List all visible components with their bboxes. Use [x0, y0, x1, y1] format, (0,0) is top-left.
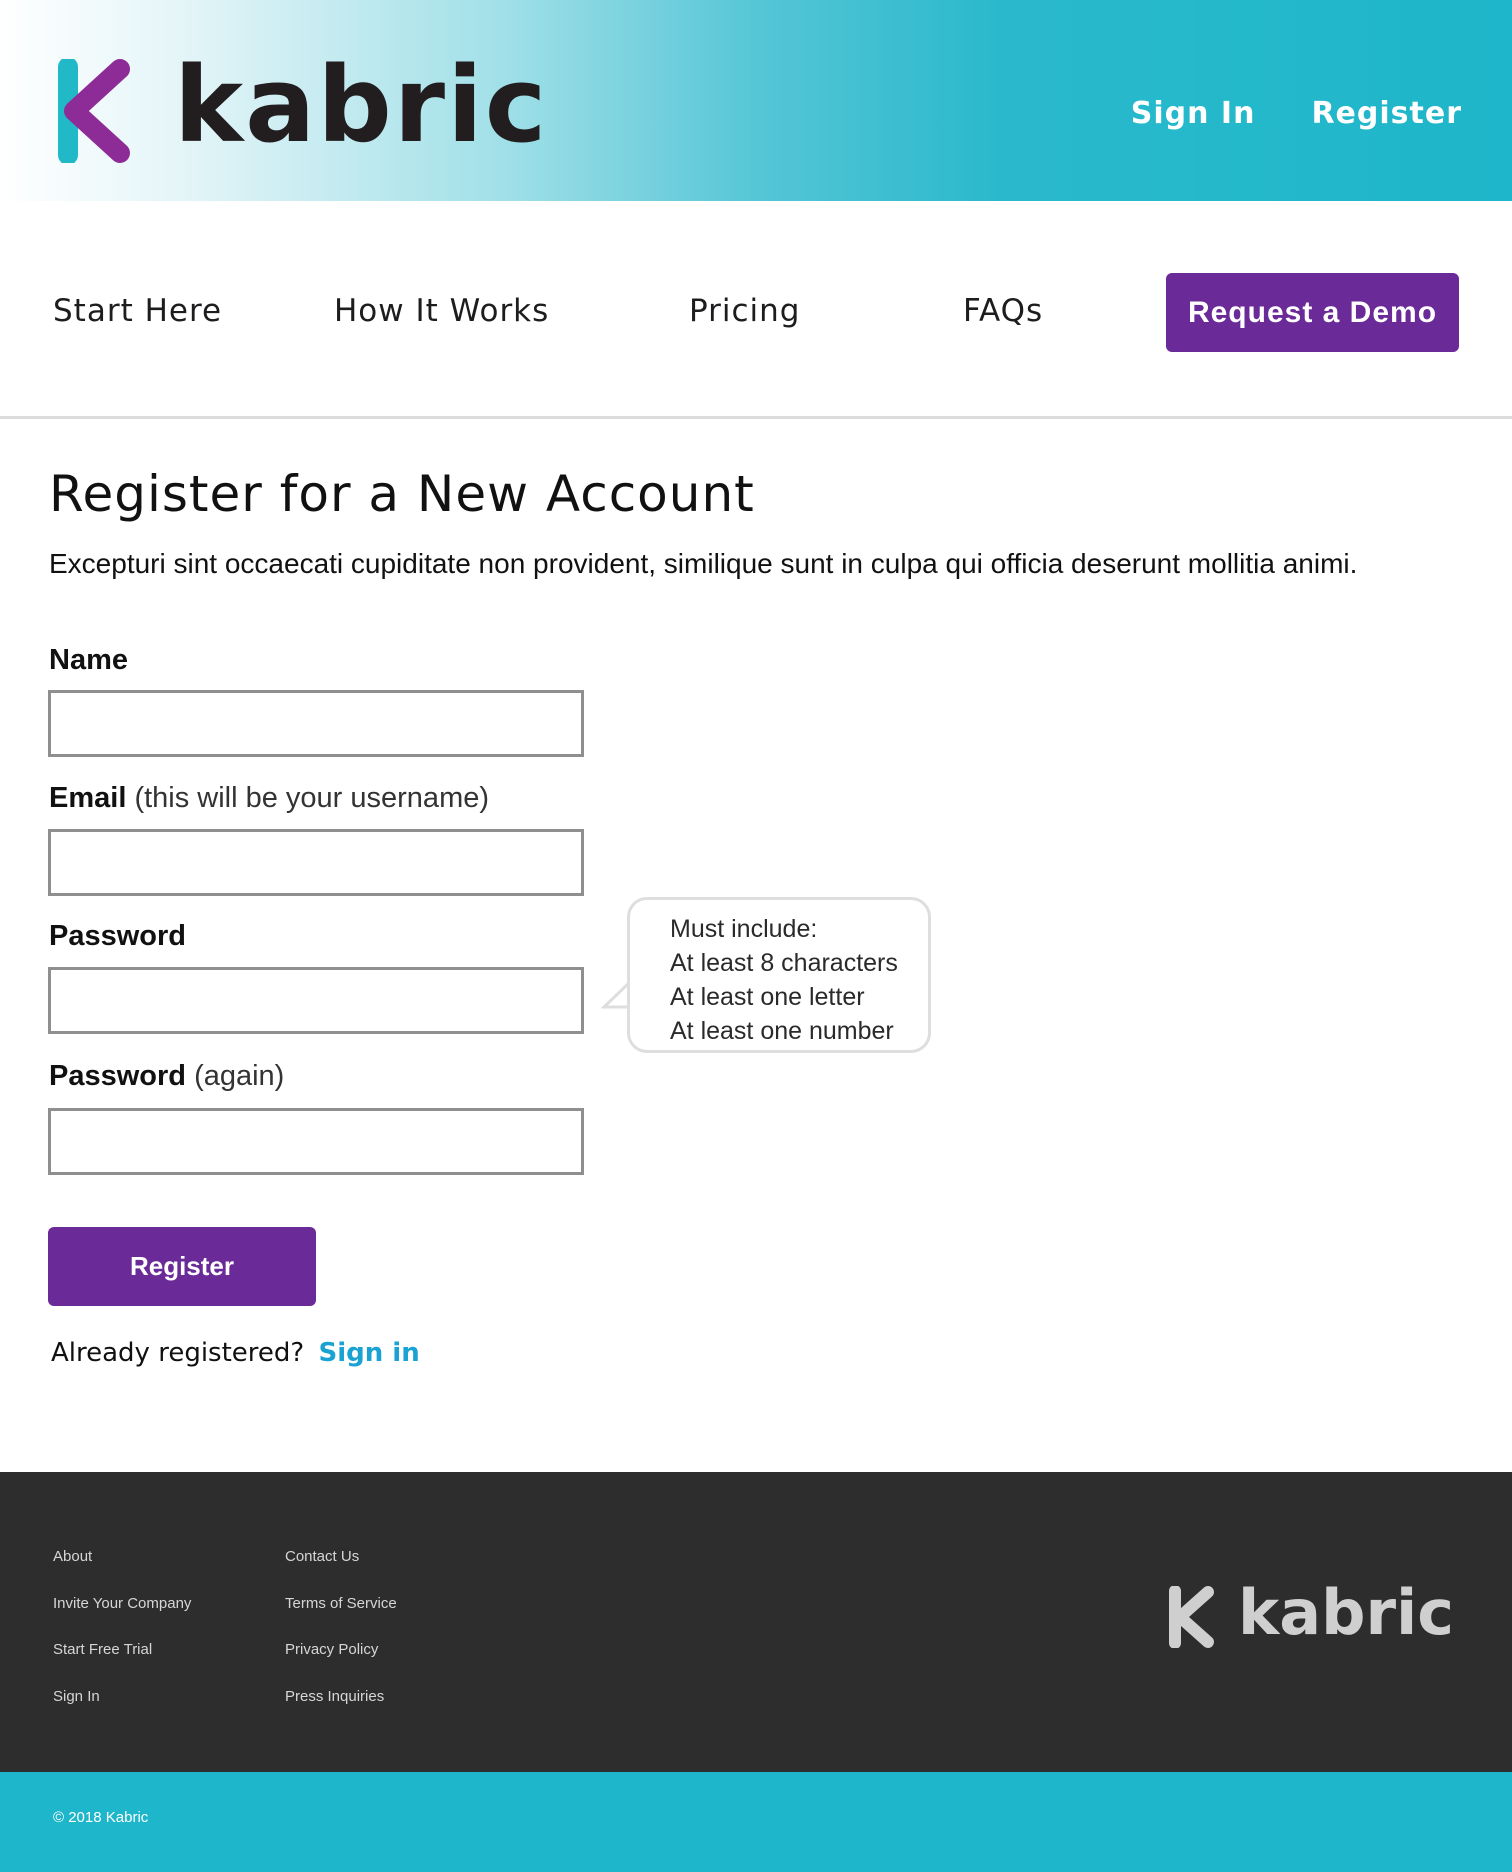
kabric-k-icon: [1169, 1586, 1214, 1648]
tip-line: At least one number: [670, 1017, 894, 1045]
nav-start-here[interactable]: Start Here: [53, 293, 222, 329]
main-nav: Start Here How It Works Pricing FAQs Req…: [0, 201, 1512, 419]
email-field[interactable]: [48, 829, 584, 896]
header-account-links: Sign In Register: [1131, 96, 1462, 131]
kabric-logo[interactable]: kabric: [52, 44, 549, 166]
tip-line: At least 8 characters: [670, 949, 898, 977]
password-again-label: Password (again): [49, 1060, 284, 1093]
footer-terms-link[interactable]: Terms of Service: [285, 1595, 397, 1612]
footer-contact-link[interactable]: Contact Us: [285, 1548, 359, 1565]
tip-heading: Must include:: [670, 915, 818, 943]
name-label: Name: [49, 644, 128, 677]
site-header: kabric Sign In Register: [0, 0, 1512, 201]
footer-free-trial-link[interactable]: Start Free Trial: [53, 1641, 152, 1658]
copyright-text: © 2018 Kabric: [53, 1809, 149, 1826]
nav-faqs[interactable]: FAQs: [963, 293, 1043, 329]
register-submit-button[interactable]: Register: [48, 1227, 316, 1306]
password-again-label-text: Password: [49, 1060, 186, 1092]
intro-text: Excepturi sint occaecati cupiditate non …: [49, 548, 1358, 579]
footer-privacy-link[interactable]: Privacy Policy: [285, 1641, 378, 1658]
already-registered-line: Already registered? Sign in: [51, 1338, 420, 1368]
header-register-link[interactable]: Register: [1311, 96, 1462, 131]
footer-press-link[interactable]: Press Inquiries: [285, 1688, 384, 1705]
site-footer: About Invite Your Company Start Free Tri…: [0, 1472, 1512, 1772]
copyright-bar: © 2018 Kabric: [0, 1772, 1512, 1872]
footer-logo[interactable]: kabric: [1166, 1582, 1454, 1648]
password-requirements-tooltip: Must include: At least 8 characters At l…: [627, 897, 931, 1053]
footer-logo-wordmark: kabric: [1238, 1576, 1455, 1649]
password-field[interactable]: [48, 967, 584, 1034]
header-sign-in-link[interactable]: Sign In: [1131, 96, 1256, 131]
sign-in-link[interactable]: Sign in: [318, 1338, 419, 1368]
password-again-field[interactable]: [48, 1108, 584, 1175]
request-demo-button[interactable]: Request a Demo: [1166, 273, 1459, 352]
nav-how-it-works[interactable]: How It Works: [334, 293, 549, 329]
footer-about-link[interactable]: About: [53, 1548, 92, 1565]
already-registered-text: Already registered?: [51, 1338, 305, 1368]
footer-invite-link[interactable]: Invite Your Company: [53, 1595, 191, 1612]
password-label: Password: [49, 920, 186, 953]
name-label-text: Name: [49, 644, 128, 676]
tip-line: At least one letter: [670, 983, 865, 1011]
password-again-label-hint: (again): [194, 1060, 285, 1092]
email-label: Email (this will be your username): [49, 782, 489, 815]
email-label-text: Email: [49, 782, 127, 814]
page-title: Register for a New Account: [49, 465, 755, 523]
name-field[interactable]: [48, 690, 584, 757]
email-label-hint: (this will be your username): [134, 782, 490, 814]
logo-wordmark: kabric: [174, 44, 549, 166]
kabric-k-icon: [58, 59, 130, 163]
password-label-text: Password: [49, 920, 186, 952]
footer-sign-in-link[interactable]: Sign In: [53, 1688, 100, 1705]
nav-pricing[interactable]: Pricing: [689, 293, 801, 329]
